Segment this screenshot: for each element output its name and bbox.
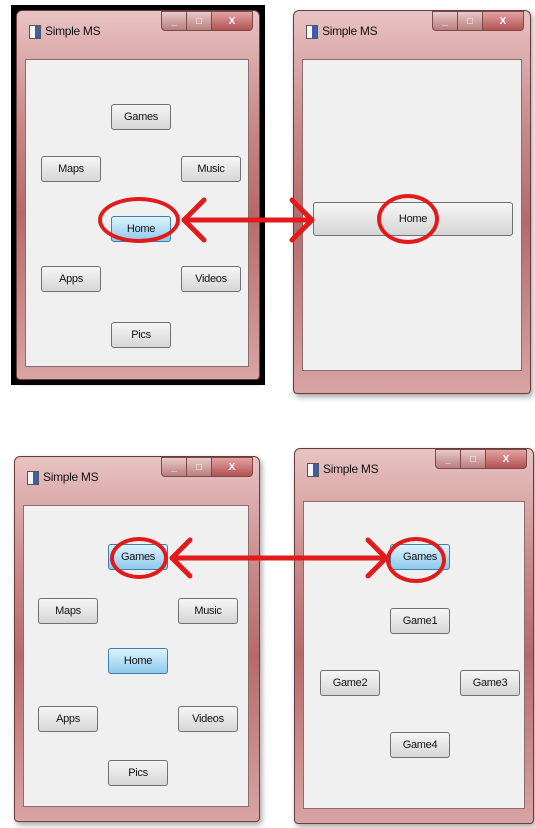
double-arrow-games — [169, 537, 389, 579]
annotation-arrows — [169, 197, 389, 579]
double-arrow-home — [181, 197, 315, 243]
